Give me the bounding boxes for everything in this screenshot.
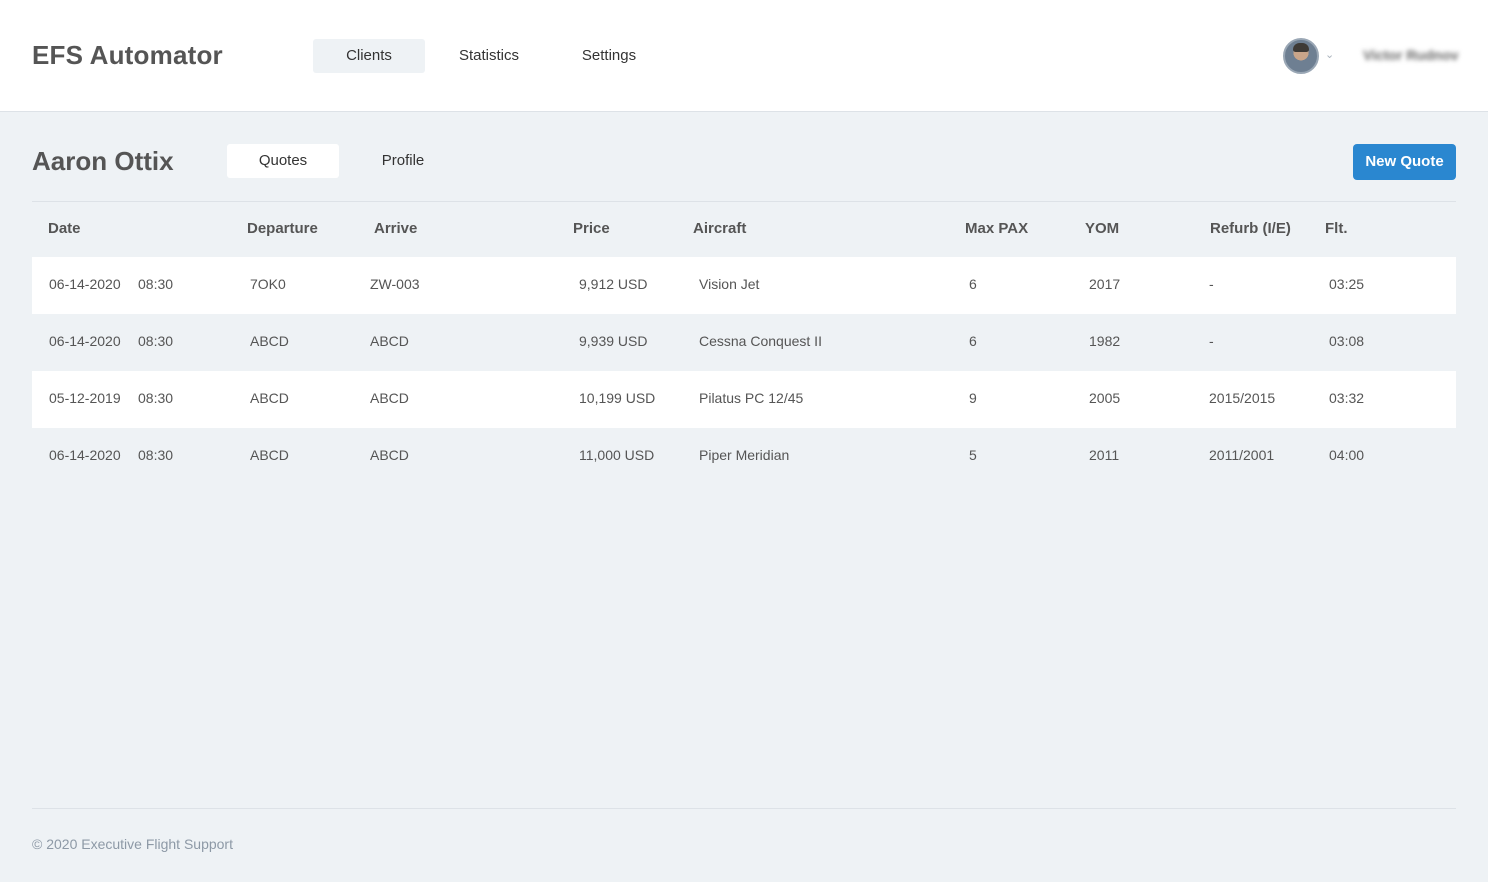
cell-flight-time: 03:32 [1329, 390, 1365, 406]
header-max-pax[interactable]: Max PAX [965, 220, 1028, 237]
cell-time: 08:30 [138, 333, 174, 349]
header-departure[interactable]: Departure [247, 220, 318, 237]
footer-divider [32, 808, 1456, 809]
header-date[interactable]: Date [48, 220, 81, 237]
header-yom[interactable]: YOM [1085, 220, 1119, 237]
app-title: EFS Automator [32, 40, 223, 70]
cell-aircraft: Piper Meridian [699, 447, 790, 463]
chevron-down-icon[interactable]: ⌄ [1325, 48, 1334, 61]
header-arrive[interactable]: Arrive [374, 220, 417, 237]
new-quote-button[interactable]: New Quote [1353, 144, 1456, 180]
cell-aircraft: Vision Jet [699, 276, 760, 292]
cell-departure: ABCD [250, 390, 289, 406]
cell-max-pax: 9 [969, 390, 977, 406]
header-aircraft[interactable]: Aircraft [693, 220, 746, 237]
cell-time: 08:30 [138, 447, 174, 463]
tab-quotes[interactable]: Quotes [227, 144, 339, 178]
client-name: Aaron Ottix [32, 146, 174, 176]
quotes-table: Date Departure Arrive Price Aircraft Max… [32, 202, 1456, 485]
cell-departure: ABCD [250, 333, 289, 349]
cell-departure: 7OK0 [250, 276, 286, 292]
cell-arrive: ABCD [370, 390, 409, 406]
cell-date: 06-14-2020 [49, 447, 121, 463]
cell-time: 08:30 [138, 276, 174, 292]
cell-aircraft: Pilatus PC 12/45 [699, 390, 804, 406]
cell-flight-time: 03:25 [1329, 276, 1365, 292]
nav-statistics[interactable]: Statistics [433, 39, 545, 73]
cell-arrive: ABCD [370, 333, 409, 349]
nav-settings[interactable]: Settings [553, 39, 665, 73]
cell-max-pax: 6 [969, 333, 977, 349]
cell-arrive: ABCD [370, 447, 409, 463]
cell-refurb: - [1209, 333, 1214, 349]
cell-refurb: - [1209, 276, 1214, 292]
cell-price: 9,912 USD [579, 276, 648, 292]
cell-refurb: 2015/2015 [1209, 390, 1276, 406]
footer-copyright: © 2020 Executive Flight Support [32, 836, 233, 852]
cell-yom: 2017 [1089, 276, 1121, 292]
cell-time: 08:30 [138, 390, 174, 406]
cell-max-pax: 6 [969, 276, 977, 292]
header-refurb[interactable]: Refurb (I/E) [1210, 220, 1291, 237]
cell-yom: 2011 [1089, 447, 1120, 463]
cell-max-pax: 5 [969, 447, 977, 463]
cell-arrive: ZW-003 [370, 276, 420, 292]
cell-aircraft: Cessna Conquest II [699, 333, 822, 349]
cell-price: 10,199 USD [579, 390, 656, 406]
cell-departure: ABCD [250, 447, 289, 463]
cell-flight-time: 04:00 [1329, 447, 1365, 463]
cell-date: 06-14-2020 [49, 333, 121, 349]
header-flight-time[interactable]: Flt. [1325, 220, 1348, 237]
cell-date: 06-14-2020 [49, 276, 121, 292]
cell-refurb: 2011/2001 [1209, 447, 1275, 463]
header-price[interactable]: Price [573, 220, 610, 237]
cell-price: 9,939 USD [579, 333, 648, 349]
cell-date: 05-12-2019 [49, 390, 121, 406]
cell-price: 11,000 USD [579, 447, 655, 463]
table-row[interactable]: 06-14-2020 08:30 ABCD ABCD 11,000 USD Piper M… [32, 428, 1456, 485]
user-name[interactable]: Victor Rudnov [1363, 47, 1458, 63]
cell-flight-time: 03:08 [1329, 333, 1365, 349]
top-navigation-bar: EFS Automator Clients Statistics Setting… [0, 0, 1488, 112]
tab-profile[interactable]: Profile [347, 144, 459, 178]
table-row[interactable]: 06-14-2020 08:30 ABCD ABCD 9,939 USD Cessna C… [32, 314, 1456, 371]
nav-clients[interactable]: Clients [313, 39, 425, 73]
table-row[interactable]: 06-14-2020 08:30 7OK0 ZW-003 9,912 USD Vision… [32, 257, 1456, 314]
cell-yom: 2005 [1089, 390, 1121, 406]
user-avatar[interactable] [1283, 38, 1319, 74]
table-row[interactable]: 05-12-2019 08:30 ABCD ABCD 10,199 USD Pilatus… [32, 371, 1456, 428]
cell-yom: 1982 [1089, 333, 1121, 349]
table-header: Date Departure Arrive Price Aircraft Max… [32, 202, 1456, 257]
